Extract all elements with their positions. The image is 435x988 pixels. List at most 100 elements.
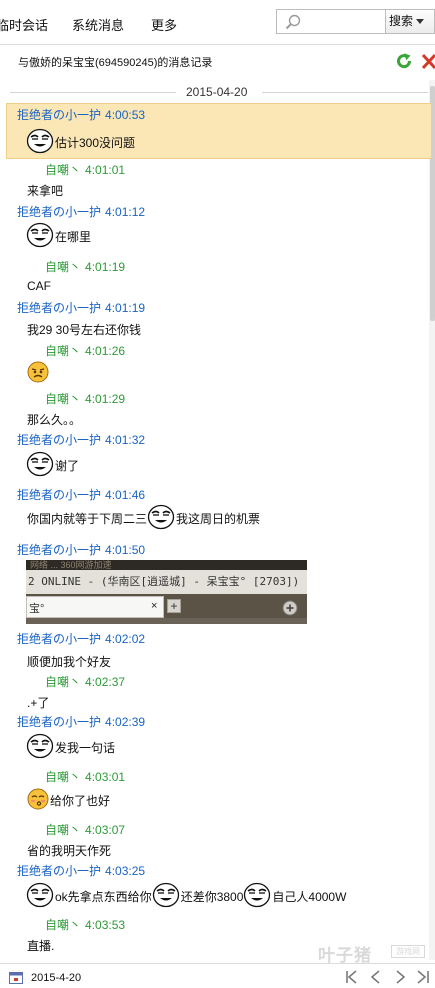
sender-name: 拒绝者の小一护 [17,301,102,315]
calendar-icon[interactable] [9,971,23,984]
message-header: 拒绝者の小一护 4:01:46 [17,486,145,503]
sender-name: 自嘲丶 [45,260,82,274]
date-separator-label: 2015-04-20 [186,85,248,99]
search-icon [285,14,301,30]
search-input[interactable] [276,9,386,34]
message-time: 4:01:46 [105,488,146,502]
search-button[interactable]: 搜索 [386,9,435,34]
image-tab-close: × [151,600,158,612]
message-time: 4:03:01 [85,770,126,784]
grin-emoji-icon [26,882,54,911]
image-bottom-strip [26,618,307,624]
grin-emoji-icon [152,882,180,911]
sender-name: 拒绝者の小一护 [17,864,102,878]
message-body: 发我一句话 [26,733,115,762]
sender-name: 拒绝者の小一护 [17,433,102,447]
watermark-box: 游戏网 [391,945,425,958]
close-icon[interactable] [420,52,435,70]
grin-emoji-icon [147,504,175,533]
menu-temp-chat[interactable]: 临时会话 [0,15,48,34]
message-text: 谢了 [55,459,80,473]
message-time: 4:01:19 [85,260,126,274]
message-text: 自己人4000W [272,890,347,904]
message-header: 拒绝者の小一护 4:02:02 [17,630,145,647]
message-header: 自嘲丶 4:01:19 [45,258,125,275]
sender-name: 拒绝者の小一护 [17,108,102,122]
message-time: 4:03:25 [105,864,146,878]
message-body: 给你了也好 [27,788,110,813]
message-time: 4:01:19 [105,301,146,315]
date-separator: 2015-04-20 [0,84,430,100]
message-time: 4:02:02 [105,632,146,646]
message-text: 那么久。。 [27,413,82,427]
message-text: 省的我明天作死 [27,844,112,858]
message-text: 我这周日的机票 [176,512,261,526]
message-text: .+了 [27,696,50,710]
first-page-icon[interactable] [345,970,361,984]
message-time: 4:03:07 [85,823,126,837]
message-header: 拒绝者の小一护 4:03:25 [17,862,145,879]
message-header: 拒绝者の小一护 4:01:32 [17,431,145,448]
message-text: 发我一句话 [55,741,116,755]
grin-emoji-icon [26,451,54,480]
message-time: 4:02:37 [85,675,126,689]
message-body: ok先拿点东西给你 还差你3800 自己人4000W [26,882,346,911]
message-time: 4:01:32 [105,433,146,447]
grin-emoji-icon [26,128,54,157]
message-body: 你国内就等于下周二三 我这周日的机票 [27,504,260,533]
image-plus: + [167,599,181,613]
menu-system-messages[interactable]: 系统消息 [72,15,124,34]
message-time: 4:01:50 [105,543,146,557]
message-text: 估计300没问题 [55,136,136,150]
screenshot-image[interactable]: 网络 ... 360网游加速 2 ONLINE - (华南区[逍遥城] - 呆宝… [26,560,307,624]
message-time: 4:01:12 [105,205,146,219]
current-date: 2015-4-20 [31,972,82,984]
message-header: 自嘲丶 4:01:29 [45,390,125,407]
bottom-toolbar: 2015-4-20 [0,963,435,988]
grin-emoji-icon [26,222,54,251]
sender-name: 拒绝者の小一护 [17,543,102,557]
menu-more[interactable]: 更多 [151,15,177,34]
message-header: 拒绝者の小一护 4:01:19 [17,299,145,316]
message-header: 自嘲丶 4:03:01 [45,768,125,785]
sender-name: 自嘲丶 [45,918,82,932]
search-button-label: 搜索 [389,14,414,28]
chevron-down-icon [416,19,424,24]
search-field[interactable] [307,12,381,31]
message-header: 自嘲丶 4:03:07 [45,821,125,838]
message-text: 在哪里 [55,230,92,244]
sender-name: 自嘲丶 [45,344,82,358]
message-time: 4:03:53 [85,918,126,932]
message-body: 谢了 [26,451,79,480]
message-text: 顺便加我个好友 [27,655,112,669]
sender-name: 自嘲丶 [45,163,82,177]
message-time: 4:01:26 [85,344,126,358]
divider [10,92,176,93]
message-body: 估计300没问题 [26,128,135,157]
message-text: 来拿吧 [27,184,64,198]
message-header: 拒绝者の小一护 4:01:50 [17,541,145,558]
zoom-icon [282,600,298,616]
message-text: 还差你3800 [180,890,244,904]
grin-emoji-icon [26,733,54,762]
grin-emoji-icon [243,882,271,911]
previous-page-icon[interactable] [368,970,384,984]
kiss-emoji-icon [27,788,49,813]
image-tab-label: 宝° [29,603,45,615]
message-header: 自嘲丶 4:01:01 [45,161,125,178]
top-menu-bar: 临时会话 系统消息 更多 搜索 [0,0,435,45]
last-page-icon[interactable] [414,970,430,984]
sender-name: 自嘲丶 [45,823,82,837]
message-time: 4:02:39 [105,715,146,729]
message-body: 在哪里 [26,222,91,251]
history-title: 与傲娇的呆宝宝(694590245)的消息记录 [18,57,213,69]
refresh-icon[interactable] [395,52,413,70]
message-header: 自嘲丶 4:01:26 [45,342,125,359]
image-top-strip: 网络 ... 360网游加速 [26,560,307,570]
next-page-icon[interactable] [392,970,408,984]
message-header: 拒绝者の小一护 4:02:39 [17,713,145,730]
sender-name: 拒绝者の小一护 [17,488,102,502]
message-header: 自嘲丶 4:03:53 [45,916,125,933]
message-header: 拒绝者の小一护 4:00:53 [17,106,145,123]
message-text: 直播. [27,939,55,953]
